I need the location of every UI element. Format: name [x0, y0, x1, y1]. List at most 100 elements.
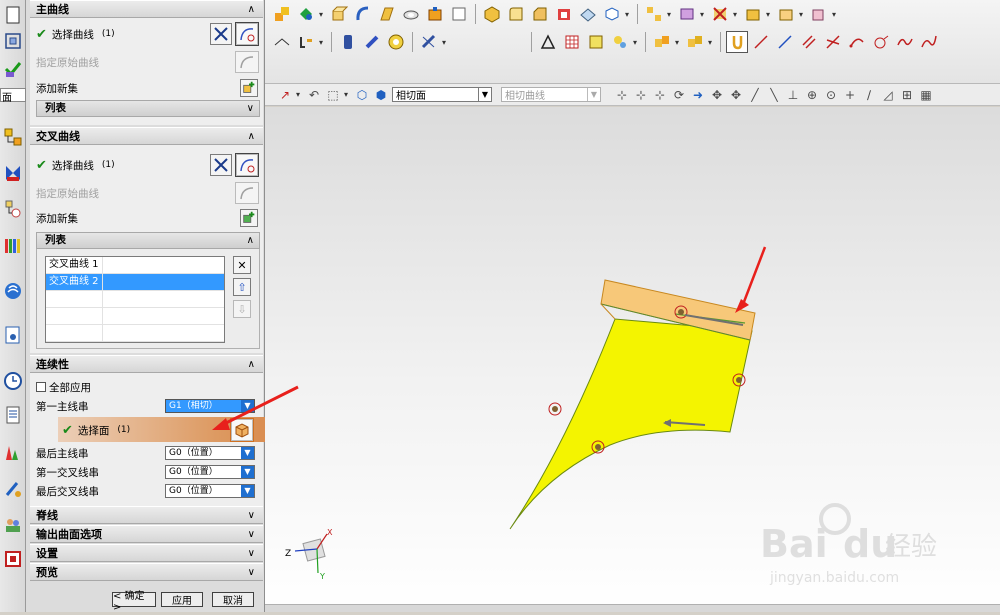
constraint-icon[interactable]: ⊹: [652, 88, 668, 102]
arc-icon[interactable]: [846, 31, 868, 53]
point-snap-icon[interactable]: ⊹: [614, 88, 630, 102]
line-icon[interactable]: [774, 31, 796, 53]
remove-item-button[interactable]: ✕: [233, 256, 251, 274]
move-down-button[interactable]: ⇩: [233, 300, 251, 318]
revolve-icon[interactable]: [352, 3, 374, 25]
cross-list-header[interactable]: 列表 ∧: [36, 232, 260, 249]
undo-icon[interactable]: ↶: [306, 88, 322, 102]
reuse-library-icon[interactable]: [2, 232, 24, 258]
web-browser-icon[interactable]: [2, 322, 24, 348]
tube-icon[interactable]: [337, 31, 359, 53]
curve-tool-icon[interactable]: [418, 31, 440, 53]
list-item[interactable]: 交叉曲线 1: [46, 257, 224, 274]
grid-icon[interactable]: [561, 31, 583, 53]
offset-face-icon[interactable]: [742, 3, 764, 25]
primary-select-curve-row[interactable]: ✔ 选择曲线 (1): [36, 24, 115, 44]
system-materials-icon[interactable]: [2, 402, 24, 428]
deselect-button[interactable]: [210, 154, 232, 176]
cross-line-icon[interactable]: [822, 31, 844, 53]
text-curve-icon[interactable]: [295, 31, 317, 53]
apply-button[interactable]: 应用: [161, 592, 203, 607]
delete-body-icon[interactable]: [709, 3, 731, 25]
tangent-icon[interactable]: ⟳: [671, 88, 687, 102]
add-new-set-button[interactable]: [240, 209, 258, 227]
continuity-header[interactable]: 连续性 ∧: [30, 355, 263, 373]
preview-header[interactable]: 预览 ∨: [30, 563, 263, 581]
add-new-set-button[interactable]: [240, 79, 258, 97]
list-item[interactable]: [46, 325, 224, 342]
fit-view-icon[interactable]: [2, 28, 24, 54]
face-rule-select[interactable]: 相切面 ▼: [392, 87, 492, 102]
settings-header[interactable]: 设置 ∨: [30, 544, 263, 562]
caret-icon[interactable]: ▾: [319, 10, 326, 19]
last-primary-select[interactable]: G0（位置） ▼: [165, 446, 255, 460]
ok-button[interactable]: < 确定 >: [112, 591, 156, 613]
hd3d-tools-icon[interactable]: [2, 278, 24, 304]
graphics-viewport[interactable]: Z X Y Bai du 经验 jingyan.baidu.com: [265, 107, 1000, 612]
output-surface-header[interactable]: 输出曲面选项 ∨: [30, 525, 263, 543]
last-cross-select[interactable]: G0（位置） ▼: [165, 484, 255, 498]
edge-blend-icon[interactable]: [505, 3, 527, 25]
point-snap-icon[interactable]: ⊹: [633, 88, 649, 102]
move-up-button[interactable]: ⇧: [233, 278, 251, 296]
studio-spline-icon[interactable]: [918, 31, 940, 53]
primary-curves-header[interactable]: 主曲线 ∧: [30, 0, 263, 18]
new-file-icon[interactable]: [2, 2, 24, 28]
snap-curve-icon[interactable]: [726, 31, 748, 53]
process-studio-icon[interactable]: [2, 440, 24, 466]
curve-select-button[interactable]: [235, 153, 259, 177]
specify-origin-button[interactable]: [235, 51, 259, 73]
circle-curve-icon[interactable]: [870, 31, 892, 53]
datum-icon[interactable]: [295, 3, 317, 25]
block-icon[interactable]: [448, 3, 470, 25]
sketch-icon[interactable]: [271, 3, 293, 25]
primary-add-new-set-row[interactable]: 添加新集: [36, 78, 78, 98]
check-model-icon[interactable]: [2, 56, 24, 82]
curve-rule-select[interactable]: 相切曲线 ▼: [501, 87, 601, 102]
endpoint-icon[interactable]: ╱: [747, 88, 763, 102]
section-icon[interactable]: [609, 31, 631, 53]
boss-icon[interactable]: [424, 3, 446, 25]
face-select-button[interactable]: [230, 418, 254, 442]
spine-header[interactable]: 脊线 ∨: [30, 506, 263, 524]
shell-icon[interactable]: [553, 3, 575, 25]
snap-point-icon[interactable]: ↗: [277, 88, 293, 102]
surface-grid-icon[interactable]: [585, 31, 607, 53]
move-icon[interactable]: ✥: [709, 88, 725, 102]
thicken-icon[interactable]: [775, 3, 797, 25]
spring-icon[interactable]: [361, 31, 383, 53]
chamfer-icon[interactable]: [529, 3, 551, 25]
first-cross-select[interactable]: G0（位置） ▼: [165, 465, 255, 479]
history-icon[interactable]: [2, 368, 24, 394]
specify-origin-button[interactable]: [235, 182, 259, 204]
existing-point-icon[interactable]: +: [842, 88, 858, 102]
extrude-icon[interactable]: [328, 3, 350, 25]
sew-icon[interactable]: [271, 31, 293, 53]
layer-icon[interactable]: ▦: [918, 88, 934, 102]
move-icon[interactable]: ✥: [728, 88, 744, 102]
manufacturing-wizard-icon[interactable]: [2, 476, 24, 502]
trim-body-icon[interactable]: [601, 3, 623, 25]
parallel-line-icon[interactable]: [798, 31, 820, 53]
roles-icon[interactable]: [2, 512, 24, 538]
group-feature-icon[interactable]: [651, 31, 673, 53]
pattern-icon[interactable]: [643, 3, 665, 25]
washer-icon[interactable]: [385, 31, 407, 53]
sweep-icon[interactable]: [376, 3, 398, 25]
unite-icon[interactable]: [481, 3, 503, 25]
apply-all-row[interactable]: 全部应用: [36, 377, 91, 397]
part-navigator-icon[interactable]: [2, 196, 24, 222]
on-face-icon[interactable]: ◿: [880, 88, 896, 102]
type-filter-icon[interactable]: ⬡: [354, 88, 370, 102]
center-icon[interactable]: ⊕: [804, 88, 820, 102]
cross-specify-origin-row[interactable]: 指定原始曲线: [36, 183, 99, 203]
line-icon[interactable]: [750, 31, 772, 53]
cross-curves-header[interactable]: 交叉曲线 ∧: [30, 127, 263, 145]
on-curve-icon[interactable]: ∕: [861, 88, 877, 102]
spline-icon[interactable]: [894, 31, 916, 53]
apply-all-checkbox[interactable]: [36, 382, 46, 392]
cancel-button[interactable]: 取消: [212, 592, 254, 607]
direction-arrow-icon[interactable]: ➜: [690, 88, 706, 102]
system-scenes-icon[interactable]: [2, 546, 24, 572]
assembly-navigator-icon[interactable]: [2, 124, 24, 150]
